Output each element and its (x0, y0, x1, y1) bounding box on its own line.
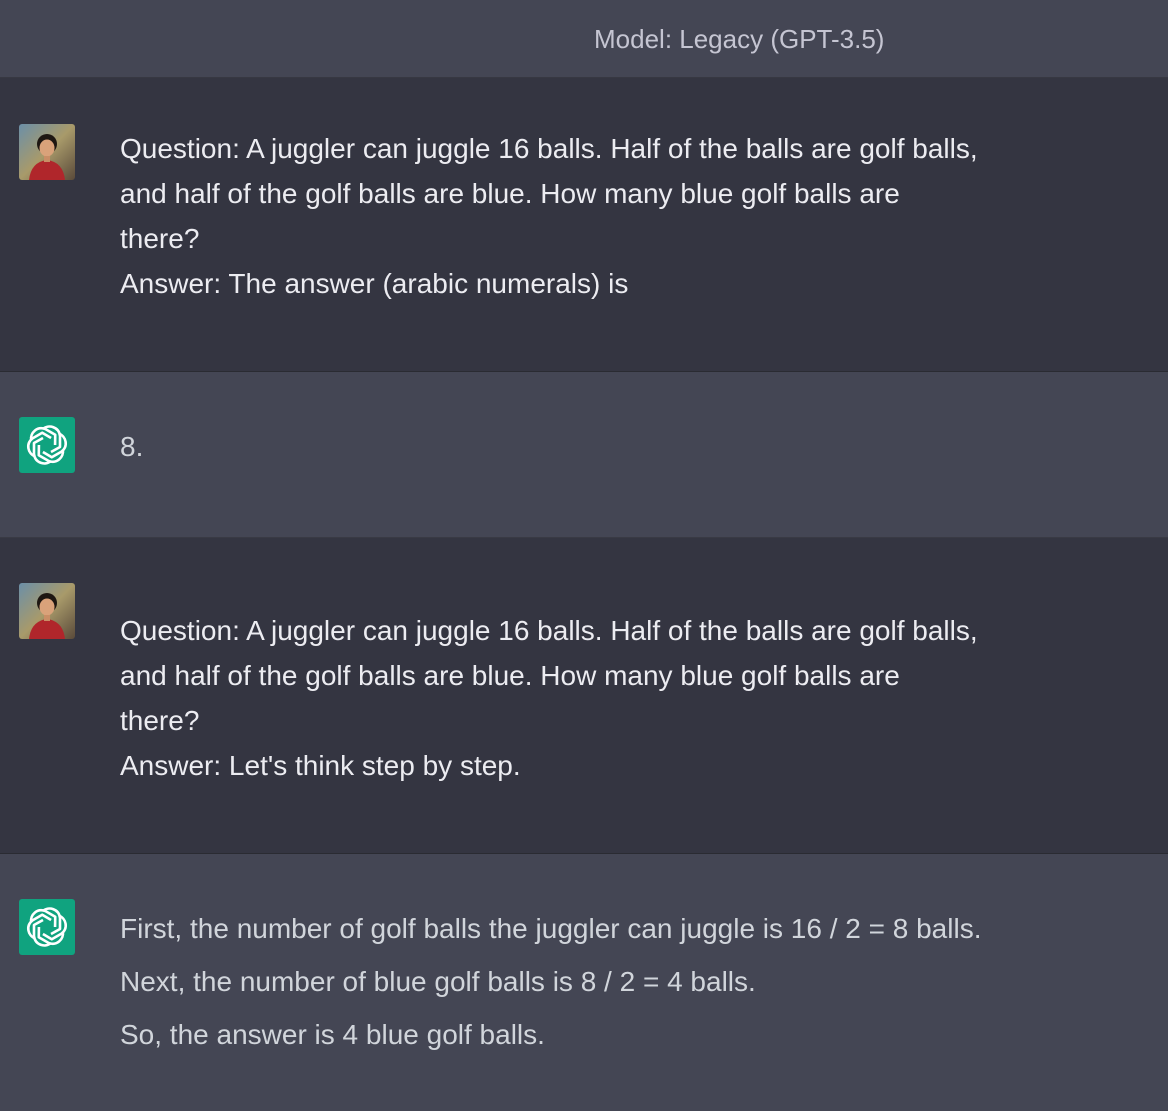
user-message: Question: A juggler can juggle 16 balls.… (0, 78, 1168, 372)
message-text: Question: A juggler can juggle 16 balls.… (120, 126, 1104, 306)
message-line: So, the answer is 4 blue golf balls. (120, 1019, 545, 1050)
message-line: Answer: Let's think step by step. (120, 750, 521, 781)
message-line: and half of the golf balls are blue. How… (120, 660, 900, 691)
model-label: Model: Legacy (GPT-3.5) (594, 24, 885, 54)
assistant-avatar (19, 417, 75, 473)
message-line: and half of the golf balls are blue. How… (120, 178, 900, 209)
message-line: Question: A juggler can juggle 16 balls.… (120, 615, 978, 646)
message-text: Question: A juggler can juggle 16 balls.… (120, 608, 1104, 788)
assistant-avatar (19, 899, 75, 955)
message-line: there? (120, 705, 200, 736)
assistant-message: First, the number of golf balls the jugg… (0, 854, 1168, 1111)
message-line: First, the number of golf balls the jugg… (120, 913, 982, 944)
message-line: Next, the number of blue golf balls is 8… (120, 966, 756, 997)
assistant-message: 8. (0, 372, 1168, 538)
openai-logo-icon (23, 905, 71, 949)
user-avatar (19, 583, 75, 639)
message-line: Answer: The answer (arabic numerals) is (120, 268, 629, 299)
user-photo-avatar (19, 124, 75, 180)
user-photo-avatar (19, 583, 75, 639)
message-line: Question: A juggler can juggle 16 balls.… (120, 133, 978, 164)
chat-page: Model: Legacy (GPT-3.5) Question: A jugg… (0, 0, 1168, 1111)
openai-logo-icon (23, 423, 71, 467)
message-line: there? (120, 223, 200, 254)
user-avatar (19, 124, 75, 180)
user-message: Question: A juggler can juggle 16 balls.… (0, 538, 1168, 854)
message-text: First, the number of golf balls the jugg… (120, 902, 1104, 1061)
message-line: 8. (120, 431, 144, 462)
top-bar: Model: Legacy (GPT-3.5) (0, 0, 1168, 78)
message-text: 8. (120, 424, 1104, 469)
